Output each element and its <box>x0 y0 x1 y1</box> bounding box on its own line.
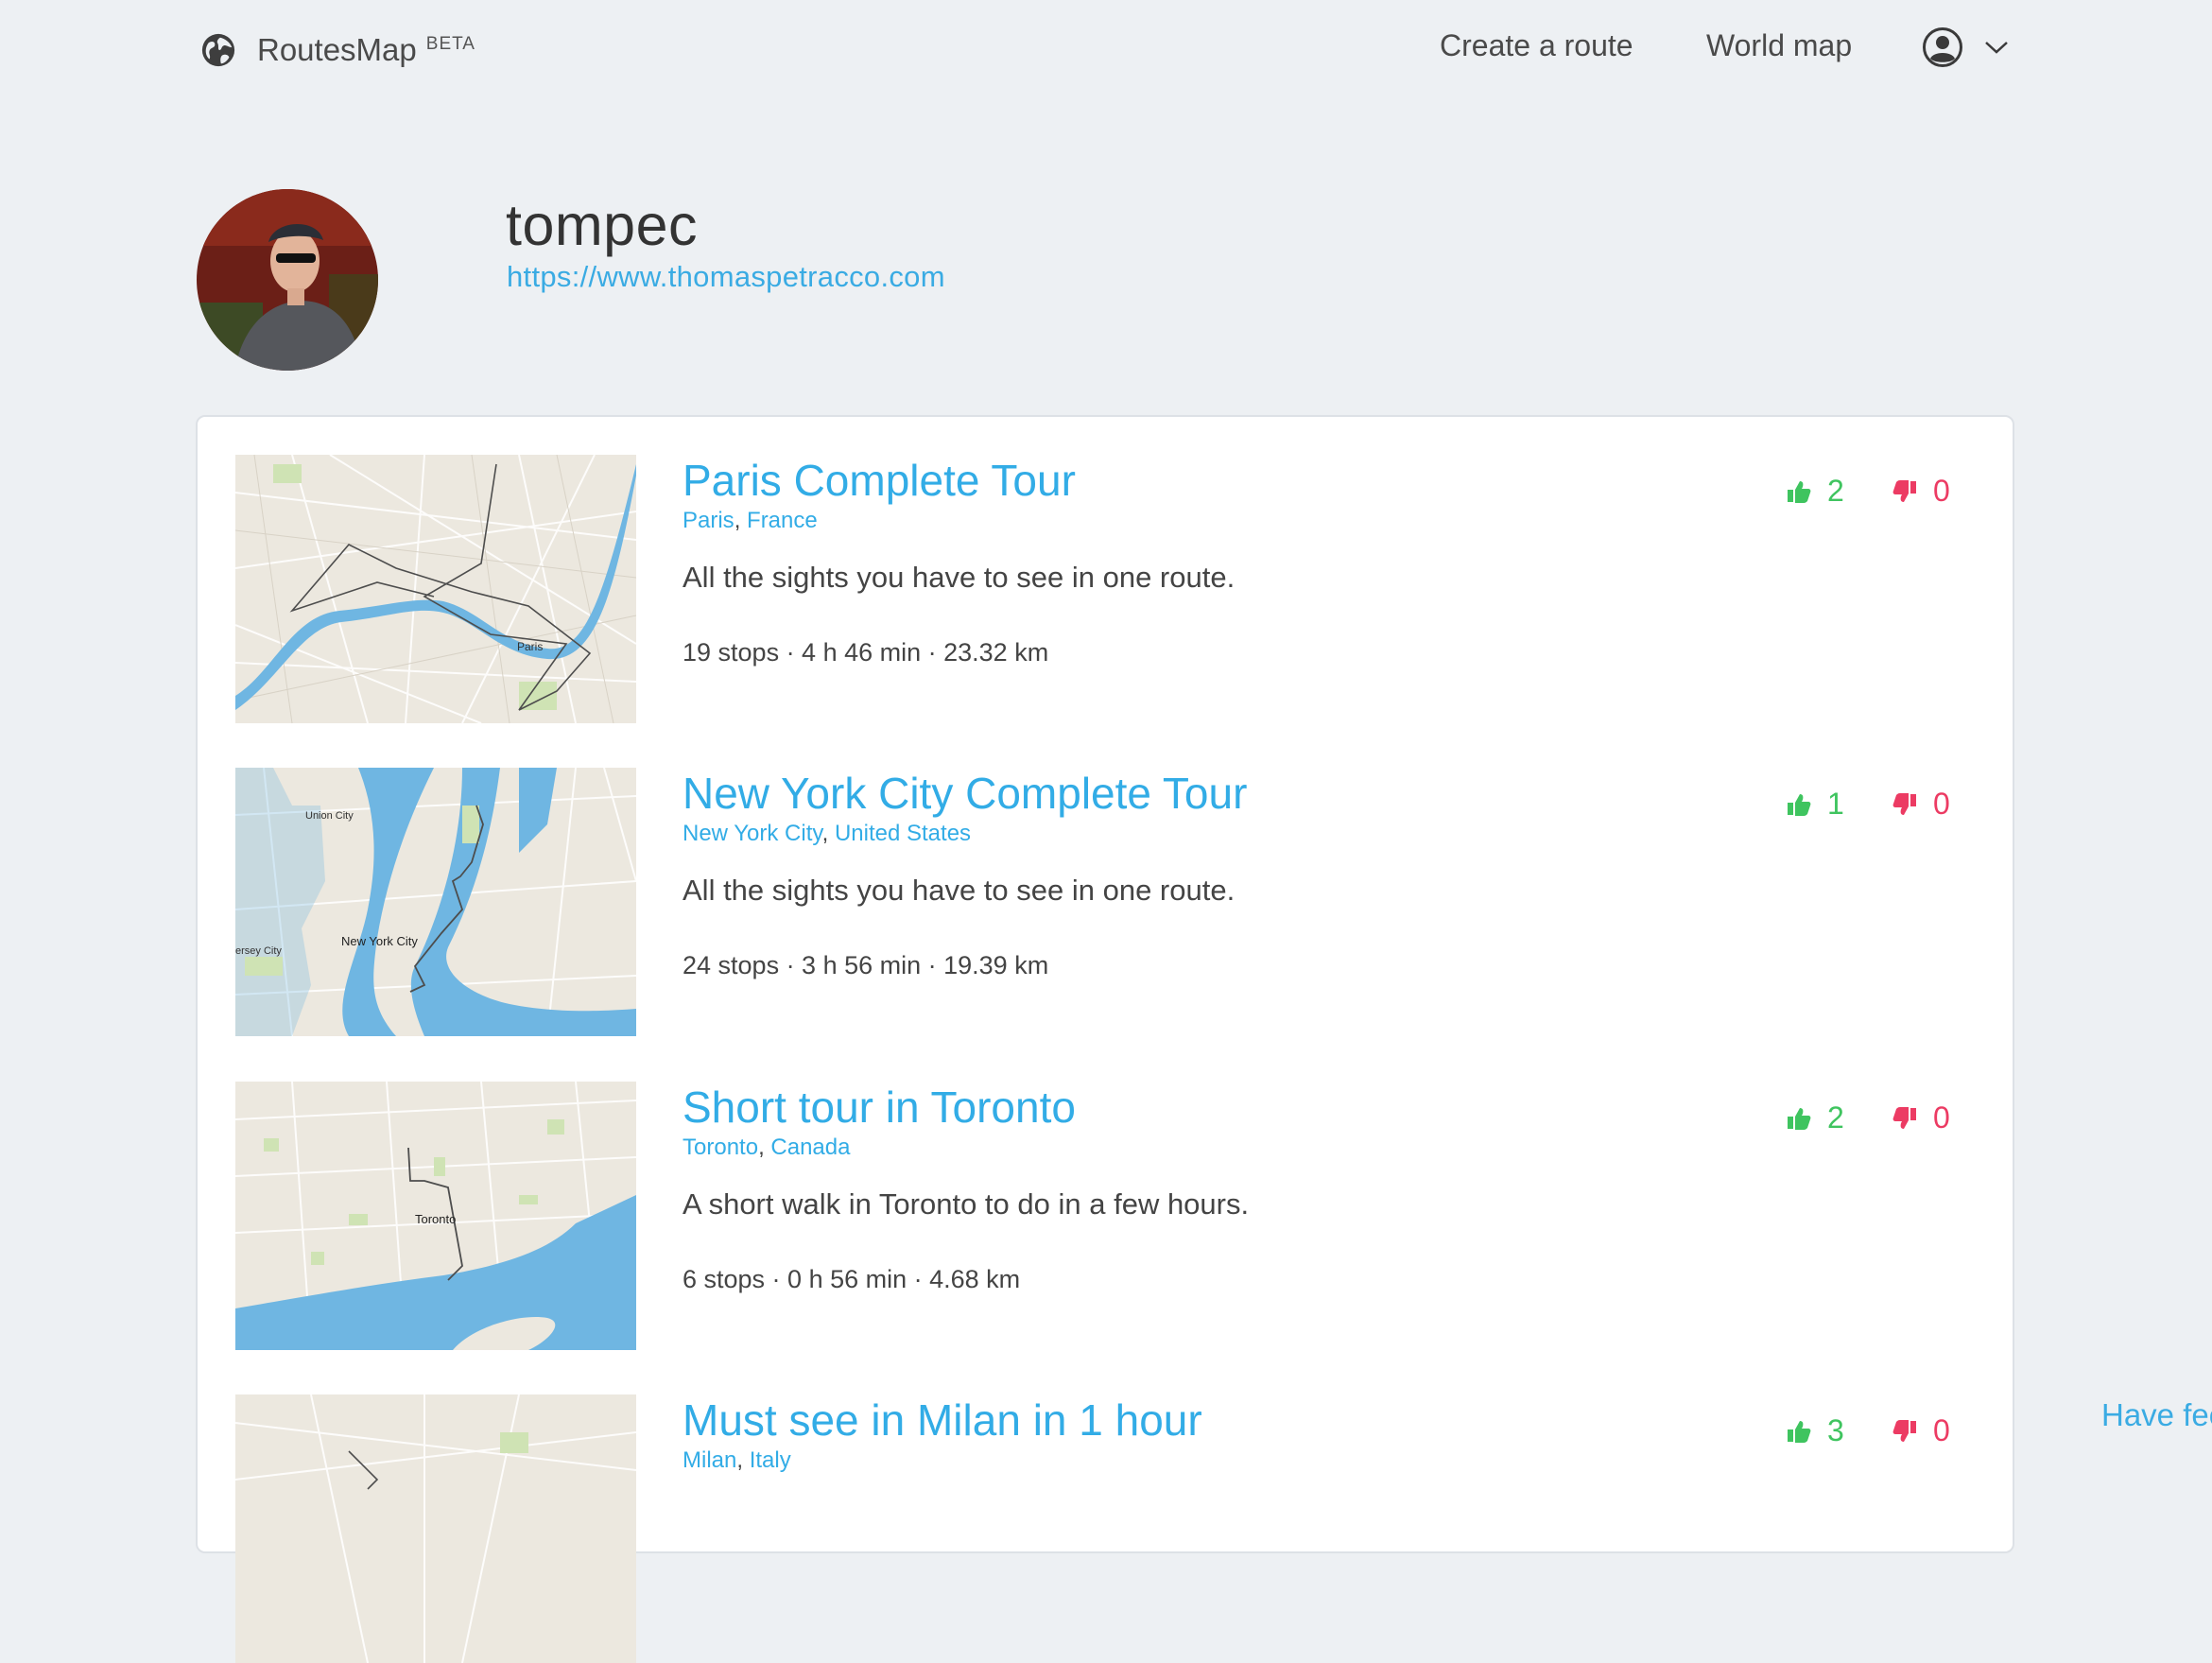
thumbs-down-icon <box>1892 1106 1916 1129</box>
profile-username: tompec <box>506 193 699 257</box>
thumbs-up-icon <box>1788 793 1811 816</box>
route-title-link[interactable]: Paris Complete Tour <box>683 455 1076 506</box>
route-location: Milan, Italy <box>683 1447 791 1473</box>
route-title-link[interactable]: Short tour in Toronto <box>683 1082 1076 1133</box>
route-description: A short walk in Toronto to do in a few h… <box>683 1187 1250 1221</box>
dislike-count: 0 <box>1933 474 1950 508</box>
route-title-link[interactable]: New York City Complete Tour <box>683 768 1247 819</box>
route-map-thumbnail[interactable]: Toronto <box>235 1082 636 1350</box>
route-title-link[interactable]: Must see in Milan in 1 hour <box>683 1394 1202 1446</box>
like-count: 1 <box>1827 787 1844 821</box>
route-stats: 19 stops · 4 h 46 min · 23.32 km <box>683 638 1049 667</box>
like-button[interactable]: 2 <box>1786 474 1844 509</box>
like-count: 2 <box>1827 1100 1844 1135</box>
thumbs-up-icon <box>1788 480 1811 503</box>
route-country-link[interactable]: United States <box>835 821 971 846</box>
map-label: Union City <box>305 810 354 822</box>
brand-logo[interactable]: RoutesMap BETA <box>200 28 475 72</box>
dislike-button[interactable]: 0 <box>1892 1413 1950 1448</box>
thumbs-down-icon <box>1892 792 1916 815</box>
map-label: Toronto <box>415 1212 456 1226</box>
thumbs-up-icon <box>1788 1420 1811 1443</box>
route-city-link[interactable]: Paris <box>683 508 734 533</box>
thumbs-down-icon <box>1892 479 1916 502</box>
like-count: 2 <box>1827 474 1844 508</box>
globe-icon <box>201 33 235 67</box>
route-item: Toronto Short tour in Toronto Toronto, C… <box>235 1082 1975 1350</box>
route-item: New York City Union City ersey City New … <box>235 768 1975 1036</box>
route-map-thumbnail[interactable] <box>235 1394 636 1663</box>
route-country-link[interactable]: Canada <box>770 1135 850 1160</box>
dislike-button[interactable]: 0 <box>1892 787 1950 822</box>
like-button[interactable]: 3 <box>1786 1413 1844 1448</box>
beta-badge: BETA <box>425 34 475 54</box>
route-description: All the sights you have to see in one ro… <box>683 874 1236 907</box>
route-stats: 6 stops · 0 h 56 min · 4.68 km <box>683 1265 1021 1293</box>
profile-avatar <box>197 189 378 371</box>
route-country-link[interactable]: France <box>747 508 818 533</box>
route-description: All the sights you have to see in one ro… <box>683 561 1236 594</box>
route-item: Must see in Milan in 1 hour Milan, Italy… <box>235 1394 1975 1663</box>
thumbs-up-icon <box>1788 1107 1811 1130</box>
route-item: Paris Paris Complete Tour Paris, France … <box>235 455 1975 723</box>
nav-world-map[interactable]: World map <box>1706 28 1852 63</box>
nav-create-route[interactable]: Create a route <box>1440 28 1633 63</box>
dislike-button[interactable]: 0 <box>1892 474 1950 509</box>
route-country-link[interactable]: Italy <box>750 1447 791 1473</box>
thumbs-down-icon <box>1892 1419 1916 1442</box>
route-location: New York City, United States <box>683 821 972 846</box>
routes-list-card: Paris Paris Complete Tour Paris, France … <box>196 415 2014 1663</box>
route-stats: 24 stops · 3 h 56 min · 19.39 km <box>683 951 1049 979</box>
chevron-down-icon <box>1985 42 2008 54</box>
like-button[interactable]: 2 <box>1786 1100 1844 1135</box>
route-city-link[interactable]: Milan <box>683 1447 736 1473</box>
user-avatar-icon <box>1923 27 1962 67</box>
map-label: ersey City <box>235 945 282 957</box>
route-location: Toronto, Canada <box>683 1135 851 1160</box>
route-location: Paris, France <box>683 508 818 533</box>
map-label: New York City <box>341 934 418 948</box>
brand-name: RoutesMap <box>257 32 417 67</box>
like-button[interactable]: 1 <box>1786 787 1844 822</box>
dislike-button[interactable]: 0 <box>1892 1100 1950 1135</box>
like-count: 3 <box>1827 1413 1844 1447</box>
map-label: Paris <box>517 640 543 653</box>
route-city-link[interactable]: Toronto <box>683 1135 758 1160</box>
top-navbar: RoutesMap BETA Create a route World map <box>0 0 2212 99</box>
dislike-count: 0 <box>1933 1413 1950 1447</box>
dislike-count: 0 <box>1933 787 1950 821</box>
route-map-thumbnail[interactable]: Paris <box>235 455 636 723</box>
profile-website-link[interactable]: https://www.thomaspetracco.com <box>507 260 945 294</box>
route-city-link[interactable]: New York City <box>683 821 822 846</box>
route-map-thumbnail[interactable]: New York City Union City ersey City <box>235 768 636 1036</box>
dislike-count: 0 <box>1933 1100 1950 1135</box>
user-menu-dropdown[interactable] <box>1922 26 2009 68</box>
feedback-tab[interactable]: Have fee <box>2101 1397 2212 1433</box>
